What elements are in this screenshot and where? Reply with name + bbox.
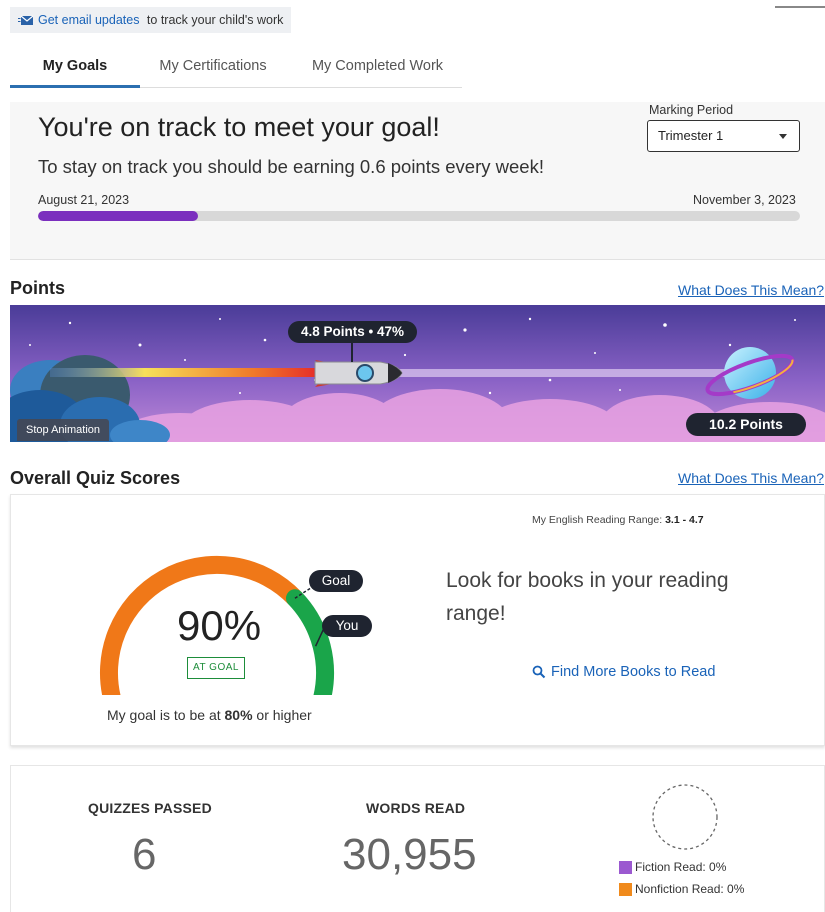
email-updates-banner[interactable]: Get email updates to track your child's … [10, 7, 292, 33]
period-end-date: November 3, 2023 [693, 193, 796, 207]
tab-my-goals[interactable]: My Goals [10, 48, 140, 88]
quiz-score-percent: 90% [177, 602, 262, 649]
nonfiction-swatch [619, 882, 632, 896]
goal-status-subtitle: To stay on track you should be earning 0… [38, 156, 544, 177]
reading-range: My English Reading Range: 3.1 - 4.7 [532, 514, 704, 526]
look-for-books-text: Look for books in your reading range! [446, 569, 729, 625]
goal-note-prefix: My goal is to be at [107, 707, 225, 723]
rocket-trail [50, 368, 320, 377]
current-points-label: 4.8 Points • 47% [288, 321, 417, 343]
stop-animation-button[interactable]: Stop Animation [17, 419, 109, 441]
fiction-nonfiction-donut [652, 784, 718, 850]
tab-my-certifications[interactable]: My Certifications [148, 48, 278, 88]
you-pill: You [322, 615, 372, 637]
email-updates-link[interactable]: Get email updates [38, 13, 139, 27]
email-updates-text: to track your child's work [143, 13, 284, 27]
envelope-icon [18, 15, 34, 26]
legend-fiction: Fiction Read: 0% [619, 860, 726, 874]
period-progress-bar [38, 211, 800, 221]
gauge-green-arc [286, 589, 334, 695]
quiz-help-link[interactable]: What Does This Mean? [678, 470, 824, 486]
goal-pill: Goal [309, 570, 363, 592]
period-start-date: August 21, 2023 [38, 193, 130, 207]
goal-status-title: You're on track to meet your goal! [38, 112, 440, 142]
status-badge: AT GOAL [187, 657, 245, 679]
reading-range-value: 3.1 - 4.7 [665, 514, 704, 526]
remaining-path [395, 369, 725, 377]
quizzes-passed-label: QUIZZES PASSED [88, 800, 212, 816]
fiction-swatch [619, 860, 632, 874]
legend-nonfiction: Nonfiction Read: 0% [619, 882, 744, 896]
search-icon [532, 665, 546, 679]
nonfiction-read-label: Nonfiction Read: 0% [635, 882, 745, 896]
find-books-label: Find More Books to Read [551, 664, 716, 680]
goal-tabs: My Goals My Certifications My Completed … [10, 48, 462, 88]
marking-period-select[interactable]: Trimester 1 [647, 120, 800, 152]
words-read-label: WORDS READ [366, 800, 466, 816]
marking-period-label: Marking Period [649, 103, 734, 117]
points-help-link[interactable]: What Does This Mean? [678, 282, 824, 298]
quizzes-passed-value: 6 [132, 830, 157, 879]
goal-points-label: 10.2 Points [686, 413, 806, 436]
reading-range-label: My English Reading Range: [532, 514, 663, 526]
points-section-title: Points [10, 278, 66, 298]
quiz-section-title: Overall Quiz Scores [10, 468, 181, 488]
fiction-read-label: Fiction Read: 0% [635, 860, 727, 874]
goal-note-suffix: or higher [252, 707, 312, 723]
marking-period-value: Trimester 1 [658, 128, 724, 143]
quiz-goal-note: My goal is to be at 80% or higher [107, 707, 312, 723]
find-books-link[interactable]: Find More Books to Read [532, 664, 715, 680]
goal-note-value: 80% [224, 707, 253, 723]
chevron-down-icon [779, 134, 787, 139]
top-divider [775, 6, 825, 8]
period-progress-fill [38, 211, 199, 221]
tab-my-completed-work[interactable]: My Completed Work [300, 48, 455, 88]
words-read-value: 30,955 [342, 830, 477, 879]
